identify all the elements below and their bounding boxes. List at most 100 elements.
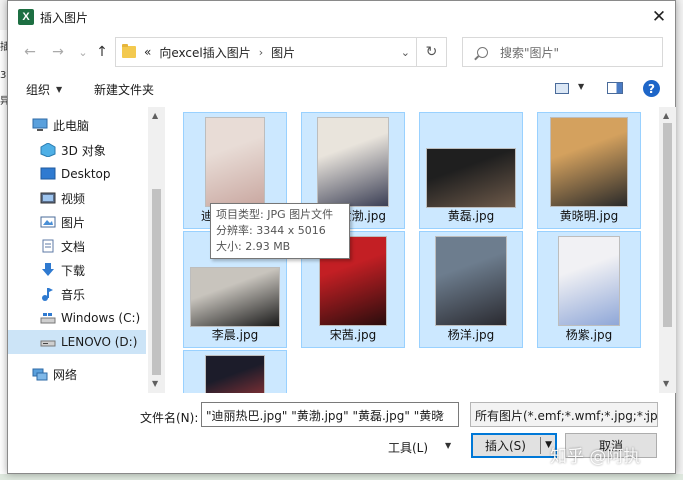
file-tile[interactable]: 黄晓明.jpg <box>537 112 641 229</box>
breadcrumb-overflow[interactable]: « <box>144 45 151 59</box>
file-list-scrollbar[interactable]: ▲ ▼ <box>659 107 676 393</box>
pictures-icon <box>40 216 56 228</box>
title-bar: X 插入图片 ✕ <box>8 1 675 32</box>
documents-icon <box>42 239 54 253</box>
dialog-title: 插入图片 <box>40 11 89 25</box>
recent-locations-icon[interactable]: ⌄ <box>74 43 92 61</box>
file-type-select[interactable]: 所有图片(*.emf;*.wmf;*.jpg;*.jp <box>470 402 658 427</box>
tooltip-item-type: 项目类型: JPG 图片文件 <box>216 208 334 221</box>
sidebar-scroll-thumb[interactable] <box>152 189 161 375</box>
search-icon <box>477 46 488 58</box>
view-options-dropdown-icon[interactable]: ▼ <box>578 82 584 91</box>
zhihu-watermark: 知乎 @阿执 <box>550 447 641 467</box>
sidebar-item-windows-c[interactable]: Windows (C:) <box>8 306 146 330</box>
sidebar-item-3d-objects[interactable]: 3D 对象 <box>8 138 146 162</box>
file-name: 李晨.jpg <box>211 328 259 342</box>
scroll-up-icon[interactable]: ▲ <box>663 111 669 120</box>
sidebar-item-lenovo-d[interactable]: LENOVO (D:) <box>8 330 146 354</box>
sidebar-item-music[interactable]: 音乐 <box>8 282 146 306</box>
sidebar-item-label: 此电脑 <box>53 118 90 133</box>
filename-field[interactable]: "迪丽热巴.jpg" "黄渤.jpg" "黄磊.jpg" "黄晓 <box>201 402 459 427</box>
search-placeholder: 搜索"图片" <box>500 45 560 60</box>
help-icon[interactable]: ? <box>643 80 660 97</box>
tooltip-size: 大小: 2.93 MB <box>216 240 291 253</box>
breadcrumb-separator-icon[interactable]: › <box>259 46 263 59</box>
breadcrumb-current[interactable]: 图片 <box>271 44 295 61</box>
sidebar-item-label: 文档 <box>61 239 86 254</box>
file-name: 杨洋.jpg <box>447 328 495 342</box>
search-box[interactable]: 搜索"图片" <box>462 37 663 67</box>
scroll-down-icon[interactable]: ▼ <box>152 379 158 388</box>
insert-picture-dialog: X 插入图片 ✕ ← → ⌄ ↑ « 向excel插入图片 › 图片 ⌄ ↻ 搜… <box>7 0 676 474</box>
sidebar-item-label: 下载 <box>61 263 86 278</box>
file-thumbnail <box>205 117 265 207</box>
file-tile[interactable]: 杨洋.jpg <box>419 231 523 348</box>
filename-dropdown-icon[interactable]: ⌄ <box>438 408 446 418</box>
new-folder-button[interactable]: 新建文件夹 <box>94 81 154 98</box>
file-thumbnail <box>426 148 516 208</box>
tooltip-resolution: 分辨率: 3344 x 5016 <box>216 224 326 237</box>
filename-label: 文件名(N): <box>140 411 199 425</box>
chevron-down-icon: ▼ <box>56 85 63 94</box>
sidebar-item-videos[interactable]: 视频 <box>8 186 146 210</box>
refresh-icon[interactable]: ↻ <box>416 38 446 66</box>
sidebar-item-network[interactable]: 网络 <box>8 362 146 386</box>
sidebar-item-label: 视频 <box>61 191 86 206</box>
file-name: 宋茜.jpg <box>329 328 377 342</box>
desktop-icon <box>40 167 56 180</box>
excel-icon: X <box>18 9 34 25</box>
sidebar-item-label: 3D 对象 <box>61 143 106 158</box>
navigation-pane: 此电脑 3D 对象 Desktop 视频 图片 文档 下载 音乐 Windows… <box>8 107 165 393</box>
scroll-up-icon[interactable]: ▲ <box>152 111 158 120</box>
tools-button[interactable]: 工具(L) <box>388 439 428 456</box>
insert-button-label: 插入(S) <box>485 439 526 453</box>
videos-icon <box>40 192 56 204</box>
sidebar-item-this-pc[interactable]: 此电脑 <box>8 113 146 137</box>
file-type-dropdown-icon[interactable]: ⌄ <box>643 408 651 418</box>
sidebar-item-documents[interactable]: 文档 <box>8 234 146 258</box>
network-icon <box>32 368 48 381</box>
address-bar[interactable]: « 向excel插入图片 › 图片 ⌄ ↻ <box>115 37 447 67</box>
scroll-down-icon[interactable]: ▼ <box>663 379 669 388</box>
file-name: 黄磊.jpg <box>447 209 495 223</box>
file-thumbnail <box>550 117 628 207</box>
music-icon <box>42 288 53 301</box>
sidebar-item-label: 图片 <box>61 215 86 230</box>
drive-icon <box>40 340 56 347</box>
file-tile[interactable]: 杨紫.jpg <box>537 231 641 348</box>
file-tile[interactable] <box>183 350 287 393</box>
address-dropdown-icon[interactable]: ⌄ <box>401 46 410 59</box>
back-arrow-icon[interactable]: ← <box>21 43 39 61</box>
breadcrumb-parent[interactable]: 向excel插入图片 <box>159 44 250 61</box>
windows-drive-icon <box>40 313 56 324</box>
file-tile[interactable]: 黄磊.jpg <box>419 112 523 229</box>
file-list-scroll-thumb[interactable] <box>663 123 672 327</box>
preview-pane-icon[interactable] <box>607 82 623 94</box>
organize-label: 组织 <box>26 83 51 97</box>
forward-arrow-icon[interactable]: → <box>49 43 67 61</box>
close-button[interactable]: ✕ <box>643 1 675 32</box>
computer-icon <box>32 118 48 131</box>
change-view-icon[interactable] <box>555 83 569 94</box>
folder-icon <box>122 44 136 58</box>
file-thumbnail <box>558 236 620 326</box>
tools-dropdown-icon[interactable]: ▼ <box>445 441 451 450</box>
sidebar-scrollbar[interactable]: ▲ ▼ <box>148 107 165 393</box>
file-thumbnail <box>317 117 389 207</box>
sidebar-item-desktop[interactable]: Desktop <box>8 162 146 186</box>
file-info-tooltip: 项目类型: JPG 图片文件 分辨率: 3344 x 5016 大小: 2.93… <box>210 203 350 259</box>
sidebar-item-label: 音乐 <box>61 287 86 302</box>
sidebar-item-downloads[interactable]: 下载 <box>8 258 146 282</box>
split-divider <box>540 437 541 454</box>
insert-button[interactable]: 插入(S) ▼ <box>471 433 557 458</box>
sidebar-item-label: Windows (C:) <box>61 311 141 325</box>
organize-button[interactable]: 组织 ▼ <box>26 81 62 98</box>
up-arrow-icon[interactable]: ↑ <box>93 43 111 61</box>
file-name: 杨紫.jpg <box>565 328 613 342</box>
sidebar-item-label: LENOVO (D:) <box>61 335 138 349</box>
sidebar-item-pictures[interactable]: 图片 <box>8 210 146 234</box>
sidebar-item-label: Desktop <box>61 167 111 181</box>
command-toolbar: 组织 ▼ 新建文件夹 ▼ ? <box>8 73 675 105</box>
file-thumbnail <box>435 236 507 326</box>
navigation-bar: ← → ⌄ ↑ « 向excel插入图片 › 图片 ⌄ ↻ 搜索"图片" <box>8 35 675 69</box>
